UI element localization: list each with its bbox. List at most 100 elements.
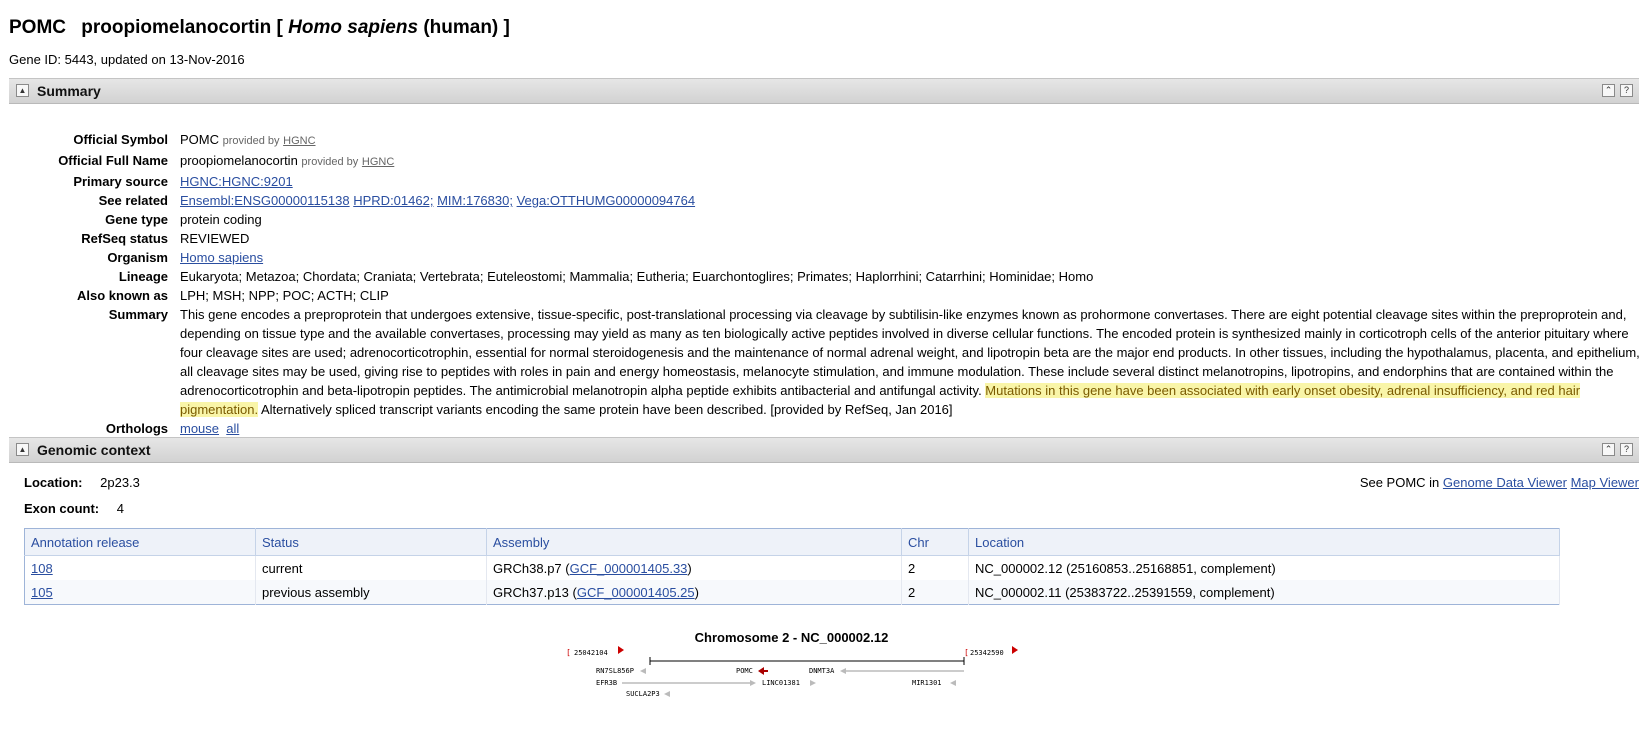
collapse-toggle-icon[interactable]: ▲ (16, 443, 29, 456)
gene-label-efr3b[interactable]: EFR3B (596, 679, 617, 687)
left-bracket-icon: [ (566, 648, 571, 657)
assembly-link[interactable]: GCF_000001405.33 (570, 561, 688, 576)
label-summary: Summary (108, 307, 168, 322)
label-organism: Organism (107, 250, 168, 265)
genome-data-viewer-link[interactable]: Genome Data Viewer (1443, 475, 1567, 490)
provided-by-text: provided by (301, 156, 359, 168)
vega-link[interactable]: Vega:OTTHUMG00000094764 (517, 193, 696, 208)
gene-organism: Homo sapiens (288, 17, 419, 38)
chromosome-graphic: [ 25042104 [ 25342590 RN7SL856P POMC DNM… (566, 646, 1018, 698)
assembly-cell: GRCh38.p7 (GCF_000001405.33) (486, 555, 902, 580)
location-cell: NC_000002.12 (25160853..25168851, comple… (968, 555, 1560, 580)
collapse-toggle-icon[interactable]: ▲ (16, 84, 29, 97)
ensembl-link[interactable]: Ensembl:ENSG00000115138 (180, 193, 350, 208)
label-refseq-status: RefSeq status (81, 231, 168, 246)
gene-arrow-sucla2p3 (664, 691, 670, 697)
assembly-prefix: GRCh37.p13 ( (493, 584, 577, 600)
top-arrow-icon[interactable]: ⌃ (1602, 84, 1615, 97)
summary-table: Official Symbol POMC provided by HGNC Of… (22, 130, 1640, 438)
summary-text-part-2: Alternatively spliced transcript variant… (258, 402, 953, 417)
label-see-related: See related (98, 193, 168, 208)
col-chr[interactable]: Chr (901, 528, 969, 556)
left-arrow-icon[interactable] (618, 646, 624, 654)
label-primary-source: Primary source (73, 174, 168, 189)
gene-arrow-linc01381 (810, 680, 816, 686)
status-cell: current (255, 555, 487, 580)
gene-arrow-pomc (758, 667, 764, 675)
gene-arrow-dnmt3a (840, 668, 846, 674)
top-arrow-icon[interactable]: ⌃ (1602, 443, 1615, 456)
help-icon[interactable]: ? (1620, 84, 1633, 97)
gene-id-line: Gene ID: 5443, updated on 13-Nov-2016 (9, 52, 245, 67)
gene-label-sucla2p3[interactable]: SUCLA2P3 (626, 690, 660, 698)
assembly-suffix: ) (694, 584, 699, 600)
organism-link[interactable]: Homo sapiens (180, 250, 263, 265)
section-title-genomic-context: Genomic context (37, 442, 151, 458)
help-icon[interactable]: ? (1620, 443, 1633, 456)
page-title: POMC proopiomelanocortin [ Homo sapiens … (9, 17, 510, 39)
label-gene-type: Gene type (105, 212, 168, 227)
label-official-symbol: Official Symbol (73, 132, 168, 147)
exon-count-row: Exon count: 4 (24, 501, 124, 516)
provided-by-text: provided by (222, 135, 280, 147)
summary-section-header[interactable]: ▲ Summary ⌃ ? (9, 78, 1639, 104)
gene-name-prefix: proopiomelanocortin [ (81, 17, 283, 38)
gene-label-dnmt3a[interactable]: DNMT3A (809, 667, 835, 675)
hgnc-link[interactable]: HGNC (362, 156, 394, 168)
assembly-suffix: ) (687, 560, 692, 576)
release-link[interactable]: 105 (31, 585, 53, 600)
col-assembly[interactable]: Assembly (486, 528, 902, 556)
assembly-link[interactable]: GCF_000001405.25 (577, 585, 695, 600)
orthologs-mouse-link[interactable]: mouse (180, 421, 219, 436)
assembly-cell: GRCh37.p13 (GCF_000001405.25) (486, 580, 902, 605)
col-annotation-release[interactable]: Annotation release (24, 528, 256, 556)
table-row: 105 previous assembly GRCh37.p13 (GCF_00… (24, 580, 1560, 605)
also-known-as-value: LPH; MSH; NPP; POC; ACTH; CLIP (180, 288, 389, 303)
exon-count-value: 4 (116, 501, 124, 516)
gene-label-linc01381[interactable]: LINC01381 (762, 679, 800, 687)
primary-source-link[interactable]: HGNC:HGNC:9201 (180, 174, 293, 189)
section-title-summary: Summary (37, 83, 101, 99)
map-viewer-link[interactable]: Map Viewer (1571, 475, 1639, 490)
table-row: 108 current GRCh38.p7 (GCF_000001405.33)… (24, 555, 1560, 580)
gene-arrow-rn7sl856p (640, 668, 646, 674)
status-cell: previous assembly (255, 580, 487, 605)
orthologs-all-link[interactable]: all (226, 421, 239, 436)
table-header-row: Annotation release Status Assembly Chr L… (24, 528, 1560, 556)
assembly-prefix: GRCh38.p7 ( (493, 560, 570, 576)
official-symbol-value: POMC (180, 132, 219, 147)
exon-count-label: Exon count: (24, 501, 100, 516)
location-value: 2p23.3 (100, 475, 140, 490)
gene-name-suffix: (human) ] (423, 17, 510, 38)
chr-cell: 2 (901, 580, 969, 605)
label-orthologs: Orthologs (105, 421, 168, 436)
full-name-value: proopiomelanocortin (180, 153, 298, 168)
label-lineage: Lineage (118, 269, 168, 284)
label-also-known-as: Also known as (76, 288, 168, 303)
mim-link[interactable]: MIM:176830; (437, 193, 513, 208)
right-arrow-icon[interactable] (1012, 646, 1018, 654)
gene-arrow-mir1301 (950, 680, 956, 686)
location-label: Location: (24, 475, 83, 490)
genomic-context-section-header[interactable]: ▲ Genomic context ⌃ ? (9, 437, 1639, 463)
col-status[interactable]: Status (255, 528, 487, 556)
chr-cell: 2 (901, 555, 969, 580)
summary-text: This gene encodes a preproprotein that u… (180, 305, 1640, 419)
gene-label-mir1301[interactable]: MIR1301 (912, 679, 942, 687)
location-cell: NC_000002.11 (25383722..25391559, comple… (968, 580, 1560, 605)
hgnc-link[interactable]: HGNC (283, 135, 315, 147)
hprd-link[interactable]: HPRD:01462; (353, 193, 433, 208)
lineage-value: Eukaryota; Metazoa; Chordata; Craniata; … (180, 269, 1094, 284)
gene-arrow-efr3b (750, 680, 756, 686)
gene-label-rn7sl856p[interactable]: RN7SL856P (596, 667, 634, 675)
right-coordinate: 25342590 (970, 649, 1004, 657)
gene-symbol: POMC (9, 17, 66, 38)
col-location[interactable]: Location (968, 528, 1560, 556)
see-prefix: See POMC in (1359, 475, 1440, 490)
right-bracket-icon: [ (964, 648, 969, 657)
label-full-name: Official Full Name (58, 153, 168, 168)
annotation-release-table: Annotation release Status Assembly Chr L… (24, 528, 1560, 605)
gene-label-pomc[interactable]: POMC (736, 667, 753, 675)
location-row: Location: 2p23.3 (24, 475, 140, 490)
release-link[interactable]: 108 (31, 561, 53, 576)
